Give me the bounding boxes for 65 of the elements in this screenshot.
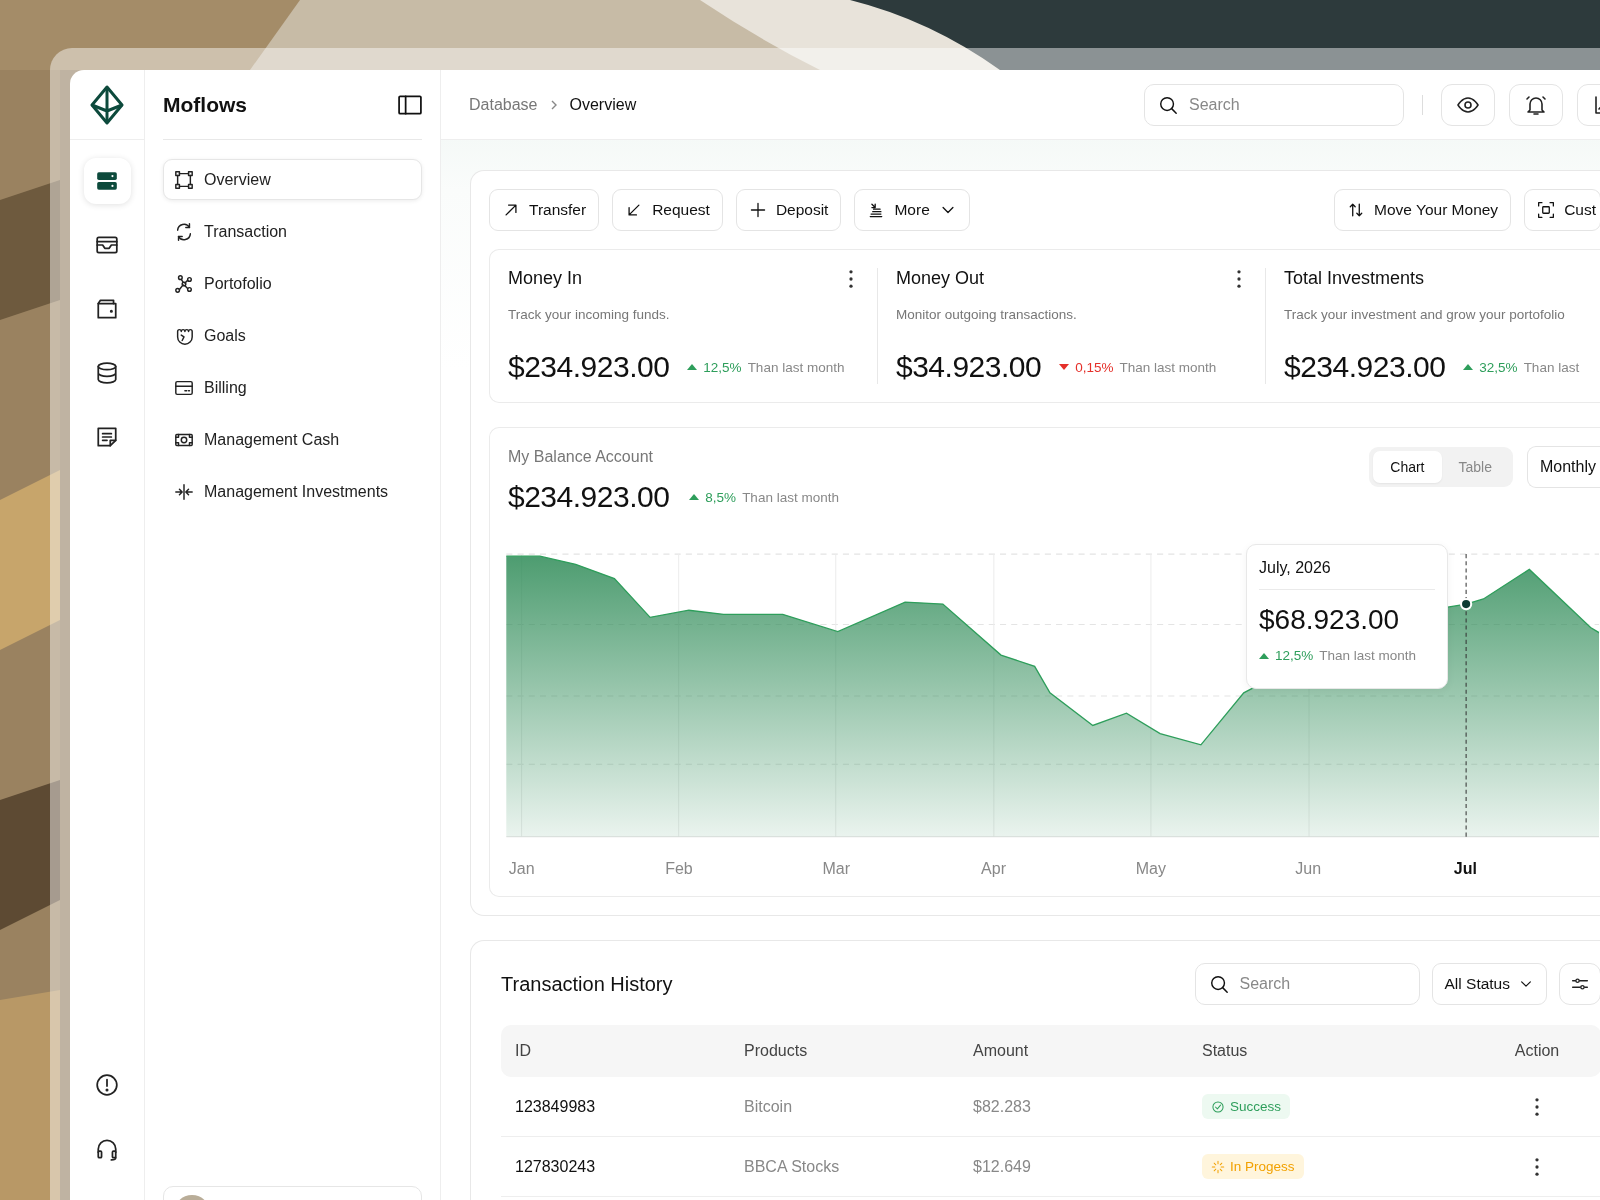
action-button[interactable]: Request — [612, 189, 723, 231]
change-percent: 12,5% — [1275, 648, 1314, 663]
period-dropdown[interactable]: Monthly — [1526, 446, 1600, 488]
comparison-note: Than last month — [1119, 359, 1217, 375]
status-dropdown[interactable]: All Status — [1431, 963, 1547, 1005]
view-tab[interactable]: Chart — [1373, 451, 1442, 483]
stat-description: Monitor outgoing transactions. — [896, 307, 1078, 322]
tooltip-date: July, 2026 — [1259, 559, 1435, 590]
stat-description: Track your incoming funds. — [508, 307, 671, 322]
stat-value: $234.923.00 — [1284, 350, 1446, 384]
stat-title: Total Investments — [1284, 268, 1425, 289]
breadcrumb-link[interactable]: Database — [469, 95, 538, 114]
month-label: Jul — [1453, 860, 1477, 878]
nav-item[interactable]: Portofolio — [163, 263, 422, 304]
section-title: Transaction History — [501, 972, 673, 996]
stat-title: Money In — [508, 268, 583, 289]
action-button[interactable]: Move Your Money — [1334, 189, 1512, 231]
comparison-note: Than last — [1523, 359, 1580, 375]
column-header: Action — [1514, 1042, 1560, 1060]
balance-value: $234.923.00 — [508, 480, 670, 514]
brand-name: Moflows — [163, 92, 247, 117]
action-button[interactable]: Deposit — [735, 189, 842, 231]
change-percent: 0,15% — [1075, 359, 1114, 375]
column-header: Amount — [973, 1042, 1030, 1060]
change-percent: 12,5% — [703, 359, 742, 375]
month-label: Apr — [981, 860, 1006, 878]
change-percent: 32,5% — [1479, 359, 1518, 375]
column-header: ID — [515, 1042, 532, 1060]
action-button[interactable]: Transfer — [489, 189, 600, 231]
tooltip-value: $68.923.00 — [1259, 604, 1401, 636]
change-percent: 8,5% — [705, 489, 737, 505]
month-label: May — [1135, 860, 1166, 878]
status-badge: Success — [1202, 1094, 1291, 1119]
month-label: Mar — [822, 860, 850, 878]
month-label: Jan — [508, 860, 535, 878]
nav-item[interactable]: Goals — [163, 315, 422, 356]
action-button[interactable]: Cust — [1524, 189, 1600, 231]
column-header: Status — [1202, 1042, 1249, 1060]
column-header: Products — [744, 1042, 809, 1060]
status-badge: In Progess — [1202, 1154, 1304, 1179]
table-cell-text: 123849983 — [515, 1097, 597, 1116]
nav-item[interactable]: Overview — [163, 159, 422, 200]
comparison-note: Than last month — [742, 489, 839, 505]
stat-description: Track your investment and grow your portofolio — [1284, 307, 1566, 322]
search-field[interactable]: Search — [1194, 963, 1420, 1005]
stat-value: $34.923.00 — [896, 350, 1042, 384]
balance-title: My Balance Account — [508, 448, 654, 466]
comparison-note: Than last month — [747, 359, 845, 375]
nav-item[interactable]: Transaction — [163, 211, 422, 252]
month-label: Feb — [665, 860, 693, 878]
nav-item[interactable]: Management Investments — [163, 471, 422, 512]
nav-item[interactable]: Management Cash — [163, 419, 422, 460]
breadcrumb-link[interactable]: Overview — [569, 95, 637, 114]
table-cell-text: 127830243 — [515, 1157, 597, 1176]
search-field[interactable]: Search — [1144, 83, 1404, 126]
table-cell-text: Bitcoin — [744, 1097, 794, 1116]
table-cell-text: $82.283 — [973, 1097, 1032, 1116]
action-button[interactable]: More — [854, 189, 970, 231]
nav-item[interactable]: Billing — [163, 367, 422, 408]
stat-title: Money Out — [896, 268, 985, 289]
table-cell-text: BBCA Stocks — [744, 1157, 841, 1176]
stat-value: $234.923.00 — [508, 350, 670, 384]
table-cell-text: $12.649 — [973, 1157, 1032, 1176]
comparison-note: Than last month — [1319, 648, 1417, 663]
month-label: Jun — [1295, 860, 1322, 878]
